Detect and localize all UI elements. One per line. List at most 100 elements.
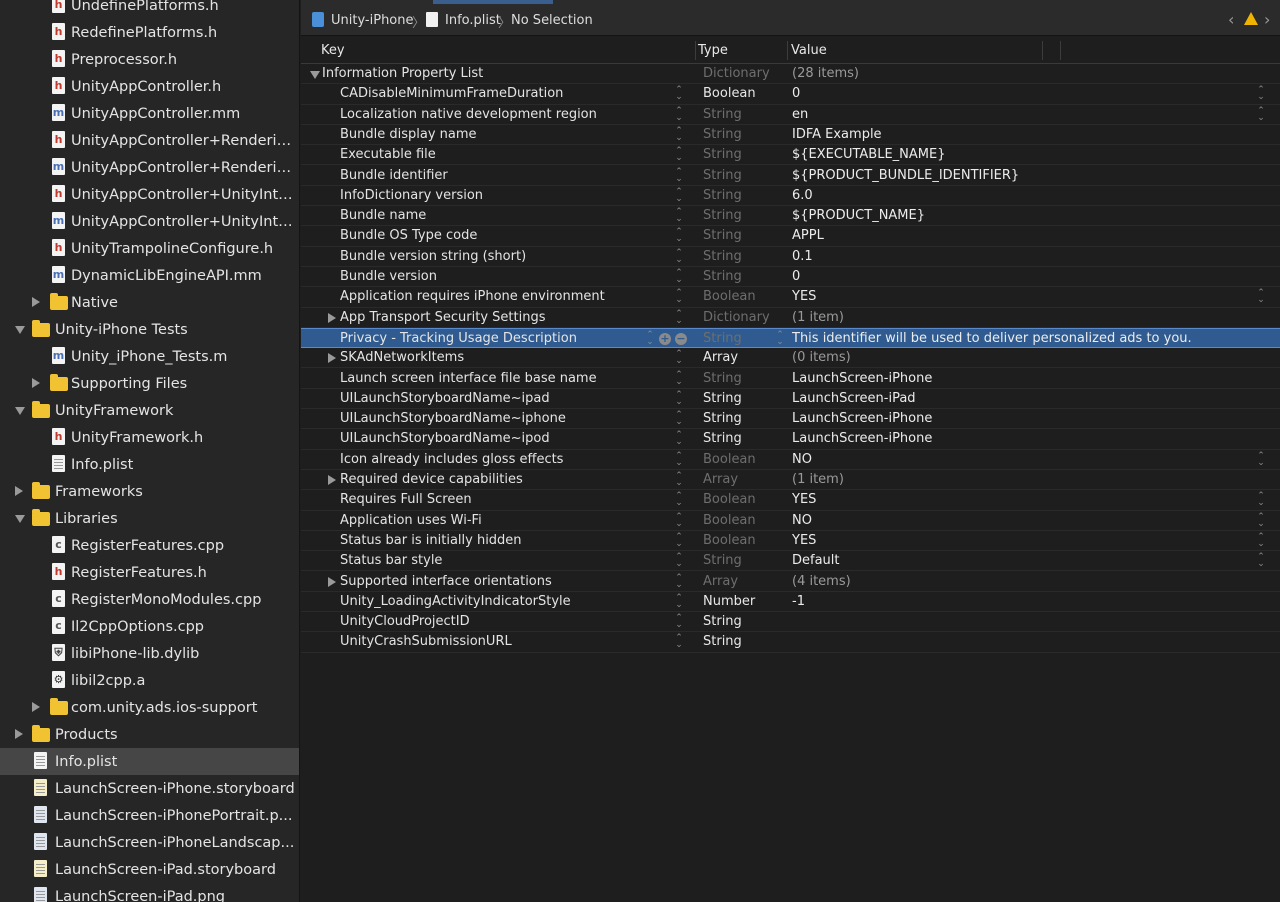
plist-row[interactable]: Bundle identifier ⌃ ⌄ String ${PRODUCT_BUNDL… xyxy=(301,166,1280,186)
value-popup-stepper[interactable]: ⌃ ⌄ xyxy=(1257,86,1265,102)
navigator-item[interactable]: m DynamicLibEngineAPI.mm xyxy=(0,262,299,289)
key-popup-stepper[interactable]: ⌃ ⌄ xyxy=(675,106,683,122)
plist-row[interactable]: Required device capabilities ⌃ ⌄ Array (1 it… xyxy=(301,470,1280,491)
plist-row[interactable]: CADisableMinimumFrameDuration ⌃ ⌄ Boolean 0 ⌃… xyxy=(301,84,1280,105)
column-separator[interactable] xyxy=(1060,41,1061,60)
key-popup-stepper[interactable]: ⌃ ⌄ xyxy=(675,614,683,630)
plist-value[interactable]: LaunchScreen-iPhone xyxy=(792,431,932,446)
plist-row[interactable]: Information Property List Dictionary (28 i… xyxy=(301,64,1280,85)
plist-key[interactable]: Bundle version string (short) xyxy=(340,249,526,264)
plist-type[interactable]: String xyxy=(703,168,742,183)
navigator-item[interactable]: Native xyxy=(0,289,299,316)
remove-row-button[interactable]: − xyxy=(675,332,687,345)
key-popup-stepper[interactable]: ⌃ ⌄ xyxy=(675,411,683,427)
key-popup-stepper[interactable]: ⌃ ⌄ xyxy=(675,350,683,366)
plist-key[interactable]: Supported interface orientations xyxy=(340,574,552,589)
key-popup-stepper[interactable]: ⌃ ⌄ xyxy=(675,147,683,163)
plist-type[interactable]: String xyxy=(703,147,742,162)
disclosure-closed-icon[interactable] xyxy=(32,378,40,388)
disclosure-open-icon[interactable] xyxy=(15,515,25,523)
plist-row[interactable]: UILaunchStoryboardName~iphone ⌃ ⌄ String Lau… xyxy=(301,409,1280,430)
plist-type[interactable]: Boolean xyxy=(703,452,756,467)
plist-row[interactable]: Requires Full Screen ⌃ ⌄ Boolean YES ⌃ ⌄ xyxy=(301,490,1280,511)
plist-key[interactable]: UILaunchStoryboardName~ipad xyxy=(340,391,550,406)
plist-key[interactable]: UILaunchStoryboardName~iphone xyxy=(340,411,566,426)
plist-value[interactable]: ${PRODUCT_BUNDLE_IDENTIFIER} xyxy=(792,168,1019,183)
plist-type[interactable]: Dictionary xyxy=(703,66,770,81)
plist-row[interactable]: SKAdNetworkItems ⌃ ⌄ Array (0 items) xyxy=(301,348,1280,369)
plist-type[interactable]: Boolean xyxy=(703,513,756,528)
navigator-item[interactable]: m Unity_iPhone_Tests.m xyxy=(0,343,299,370)
plist-type[interactable]: String xyxy=(703,391,742,406)
plist-key[interactable]: Status bar is initially hidden xyxy=(340,533,522,548)
value-popup-stepper[interactable]: ⌃ ⌄ xyxy=(1257,289,1265,305)
plist-key[interactable]: Bundle identifier xyxy=(340,168,448,183)
key-popup-stepper[interactable]: ⌃ ⌄ xyxy=(675,86,683,102)
key-popup-stepper[interactable]: ⌃ ⌄ xyxy=(675,532,683,548)
navigator-item[interactable]: Frameworks xyxy=(0,478,299,505)
plist-type[interactable]: Array xyxy=(703,472,738,487)
navigator-item[interactable]: c RegisterMonoModules.cpp xyxy=(0,586,299,613)
plist-value[interactable]: (1 item) xyxy=(792,310,844,325)
plist-row[interactable]: Launch screen interface file base name ⌃ ⌄… xyxy=(301,369,1280,389)
add-row-button[interactable]: + xyxy=(659,332,671,345)
key-popup-stepper[interactable]: ⌃ ⌄ xyxy=(675,167,683,183)
jumpbar-selection[interactable]: No Selection xyxy=(511,13,593,28)
plist-row[interactable]: UnityCrashSubmissionURL ⌃ ⌄ String xyxy=(301,632,1280,653)
navigator-item[interactable]: Supporting Files xyxy=(0,370,299,397)
plist-key[interactable]: InfoDictionary version xyxy=(340,188,483,203)
plist-type[interactable]: String xyxy=(703,188,742,203)
jumpbar-project[interactable]: Unity-iPhone xyxy=(331,13,414,28)
plist-value[interactable]: 0 xyxy=(792,86,800,101)
plist-key[interactable]: Requires Full Screen xyxy=(340,492,472,507)
plist-key[interactable]: Localization native development region xyxy=(340,107,597,122)
plist-value[interactable]: LaunchScreen-iPad xyxy=(792,391,916,406)
value-popup-stepper[interactable]: ⌃ ⌄ xyxy=(1257,532,1265,548)
navigator-item[interactable]: UnityFramework xyxy=(0,397,299,424)
disclosure-closed-icon[interactable] xyxy=(32,297,40,307)
key-popup-stepper[interactable]: ⌃ ⌄ xyxy=(675,228,683,244)
navigator-item[interactable]: ⛨ libiPhone-lib.dylib xyxy=(0,640,299,667)
navigator-item[interactable]: m UnityAppController.mm xyxy=(0,100,299,127)
key-popup-stepper[interactable]: ⌃ ⌄ xyxy=(675,553,683,569)
key-popup-stepper[interactable]: ⌃ ⌄ xyxy=(675,187,683,203)
plist-type[interactable]: String xyxy=(703,331,742,346)
key-popup-stepper[interactable]: ⌃ ⌄ xyxy=(646,330,654,346)
plist-value[interactable]: ${PRODUCT_NAME} xyxy=(792,208,925,223)
plist-key[interactable]: UnityCrashSubmissionURL xyxy=(340,634,512,649)
navigator-item[interactable]: c RegisterFeatures.cpp xyxy=(0,532,299,559)
plist-row[interactable]: Application uses Wi-Fi ⌃ ⌄ Boolean NO ⌃ ⌄ xyxy=(301,511,1280,531)
key-popup-stepper[interactable]: ⌃ ⌄ xyxy=(675,126,683,142)
plist-key[interactable]: Bundle version xyxy=(340,269,437,284)
navigator-item[interactable]: h UndefinePlatforms.h xyxy=(0,0,299,19)
key-popup-stepper[interactable]: ⌃ ⌄ xyxy=(675,512,683,528)
navigator-item[interactable]: Products xyxy=(0,721,299,748)
navigator-item[interactable]: Libraries xyxy=(0,505,299,532)
disclosure-open-icon[interactable] xyxy=(15,326,25,334)
navigator-item[interactable]: m UnityAppController+UnityInte... xyxy=(0,208,299,235)
type-column-header[interactable]: Type xyxy=(698,43,728,58)
plist-type[interactable]: String xyxy=(703,553,742,568)
plist-row[interactable]: Bundle version ⌃ ⌄ String 0 xyxy=(301,267,1280,288)
plist-value[interactable]: (0 items) xyxy=(792,350,851,365)
plist-type[interactable]: Boolean xyxy=(703,492,756,507)
plist-row[interactable]: Status bar style ⌃ ⌄ String Default ⌃ ⌄ xyxy=(301,551,1280,572)
plist-key[interactable]: App Transport Security Settings xyxy=(340,310,546,325)
plist-row[interactable]: Executable file ⌃ ⌄ String ${EXECUTABLE_NAME… xyxy=(301,145,1280,166)
navigator-item[interactable]: h RegisterFeatures.h xyxy=(0,559,299,586)
plist-type[interactable]: String xyxy=(703,634,742,649)
disclosure-closed-icon[interactable] xyxy=(328,312,336,323)
value-popup-stepper[interactable]: ⌃ ⌄ xyxy=(1257,492,1265,508)
navigator-item[interactable]: h UnityTrampolineConfigure.h xyxy=(0,235,299,262)
disclosure-closed-icon[interactable] xyxy=(328,353,336,364)
key-popup-stepper[interactable]: ⌃ ⌄ xyxy=(675,431,683,447)
plist-value[interactable]: -1 xyxy=(792,594,805,609)
plist-value[interactable]: YES xyxy=(792,492,816,507)
navigator-item[interactable]: c Il2CppOptions.cpp xyxy=(0,613,299,640)
plist-type[interactable]: Boolean xyxy=(703,289,756,304)
plist-row[interactable]: InfoDictionary version ⌃ ⌄ String 6.0 xyxy=(301,186,1280,207)
key-popup-stepper[interactable]: ⌃ ⌄ xyxy=(675,451,683,467)
plist-value[interactable]: NO xyxy=(792,513,812,528)
plist-value[interactable]: APPL xyxy=(792,228,824,243)
navigator-item[interactable]: LaunchScreen-iPhoneLandscap... xyxy=(0,829,299,856)
